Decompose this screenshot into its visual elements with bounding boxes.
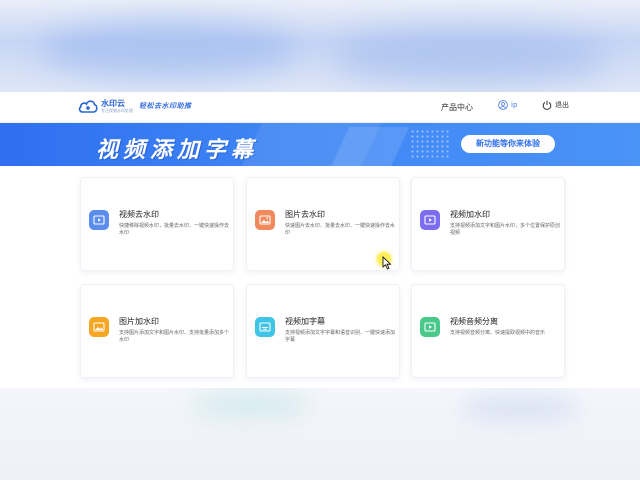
card-title: 视频加水印 <box>450 210 490 219</box>
cloud-logo-icon <box>78 100 98 113</box>
background-top <box>0 0 640 92</box>
mouse-cursor-icon <box>382 256 392 270</box>
banner-cta-button[interactable]: 新功能等你来体验 <box>461 135 555 153</box>
card-description: 快速图片去水印、批量去水印、一键快速操作去水印 <box>285 223 396 236</box>
card-title: 视频加字幕 <box>285 317 325 326</box>
header: 水印云 专注视频水印处理 轻松去水印助推 产品中心 ip 退出 <box>0 92 640 123</box>
video-subtitle-icon <box>255 317 275 337</box>
logo[interactable]: 水印云 专注视频水印处理 轻松去水印助推 <box>78 99 192 113</box>
banner-title: 视频添加字幕 <box>96 138 259 163</box>
logout-label: 退出 <box>555 101 569 109</box>
user-icon <box>498 100 508 110</box>
card-title: 视频去水印 <box>119 210 159 219</box>
power-icon <box>542 100 552 110</box>
background-bottom <box>0 388 640 480</box>
card-description: 支持视频添加文字和图片水印，多个位置保护原创视频 <box>450 223 561 236</box>
card-description: 快捷移除视频水印，批量去水印、一键快速操作去水印 <box>119 223 230 236</box>
tool-card-video-subtitle[interactable]: 视频加字幕 支持视频添加文字字幕和语音识别、一键快速添加字幕 <box>246 284 400 378</box>
app-window: 水印云 专注视频水印处理 轻松去水印助推 产品中心 ip 退出 视频添加字幕 新… <box>0 92 640 388</box>
logo-subtitle: 专注视频水印处理 <box>101 107 133 113</box>
card-description: 支持视频音频分离、快速提取视频中的音乐 <box>450 330 546 336</box>
logo-slogan: 轻松去水印助推 <box>139 102 192 110</box>
card-description: 支持图片添加文字和图片水印、支持批量添加多个水印 <box>119 330 230 343</box>
card-title: 图片去水印 <box>285 210 325 219</box>
image-add-watermark-icon <box>89 317 109 337</box>
logo-name: 水印云 <box>101 98 125 108</box>
user-name: ip <box>511 101 518 109</box>
feature-banner: 视频添加字幕 新功能等你来体验 <box>0 123 640 166</box>
image-remove-watermark-icon <box>255 210 275 230</box>
card-description: 支持视频添加文字字幕和语音识别、一键快速添加字幕 <box>285 330 396 343</box>
card-title: 视频音频分离 <box>450 317 498 326</box>
audio-separate-icon <box>420 317 440 337</box>
video-remove-watermark-icon <box>89 210 109 230</box>
logout-button[interactable]: 退出 <box>542 100 569 110</box>
card-title: 图片加水印 <box>119 317 159 326</box>
nav-product-center[interactable]: 产品中心 <box>441 102 473 113</box>
user-menu[interactable]: ip <box>498 100 517 110</box>
video-add-watermark-icon <box>420 210 440 230</box>
tool-card-audio-separate[interactable]: 视频音频分离 支持视频音频分离、快速提取视频中的音乐 <box>411 284 565 378</box>
tool-card-image-add-watermark[interactable]: 图片加水印 支持图片添加文字和图片水印、支持批量添加多个水印 <box>80 284 234 378</box>
tool-card-video-remove-watermark[interactable]: 视频去水印 快捷移除视频水印，批量去水印、一键快速操作去水印 <box>80 177 234 271</box>
tool-card-video-add-watermark[interactable]: 视频加水印 支持视频添加文字和图片水印，多个位置保护原创视频 <box>411 177 565 271</box>
